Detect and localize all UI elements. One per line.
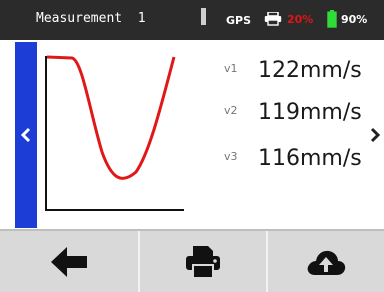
status-bar: Measurement 1 GPS 20% 90% (0, 0, 384, 40)
reading-value: 116mm/s (258, 146, 362, 171)
printer-icon (186, 245, 220, 279)
previous-button[interactable] (15, 42, 37, 228)
printer-status-icon (264, 12, 282, 26)
reading-label: v2 (224, 104, 238, 117)
chart-curve (46, 55, 176, 180)
battery-percent: 90% (341, 13, 368, 26)
velocity-chart (45, 55, 184, 211)
reading-v3: v3 116mm/s (224, 146, 364, 176)
back-button[interactable] (0, 231, 138, 292)
cloud-upload-icon (307, 250, 346, 275)
measurement-panel: v1 122mm/s v2 119mm/s v3 116mm/s (0, 40, 384, 229)
next-button[interactable] (366, 42, 384, 228)
cloud-upload-button[interactable] (268, 231, 384, 292)
measurement-title: Measurement 1 (36, 11, 146, 26)
reading-v2: v2 119mm/s (224, 100, 364, 130)
device-screen: Measurement 1 GPS 20% 90% v1 122mm/s v2 … (0, 0, 384, 292)
gps-indicator: GPS (226, 14, 252, 27)
reading-v1: v1 122mm/s (224, 58, 364, 88)
reading-label: v1 (224, 62, 238, 75)
reading-value: 119mm/s (258, 100, 362, 125)
signal-bar-icon (201, 8, 206, 25)
reading-label: v3 (224, 150, 238, 163)
printer-paper-percent: 20% (287, 13, 314, 26)
reading-value: 122mm/s (258, 58, 362, 83)
chevron-right-icon (370, 127, 381, 143)
chevron-left-icon (20, 127, 31, 143)
bottom-toolbar (0, 229, 384, 292)
back-arrow-icon (51, 246, 87, 277)
left-margin (0, 40, 15, 229)
print-button[interactable] (140, 231, 266, 292)
battery-icon (327, 10, 337, 28)
